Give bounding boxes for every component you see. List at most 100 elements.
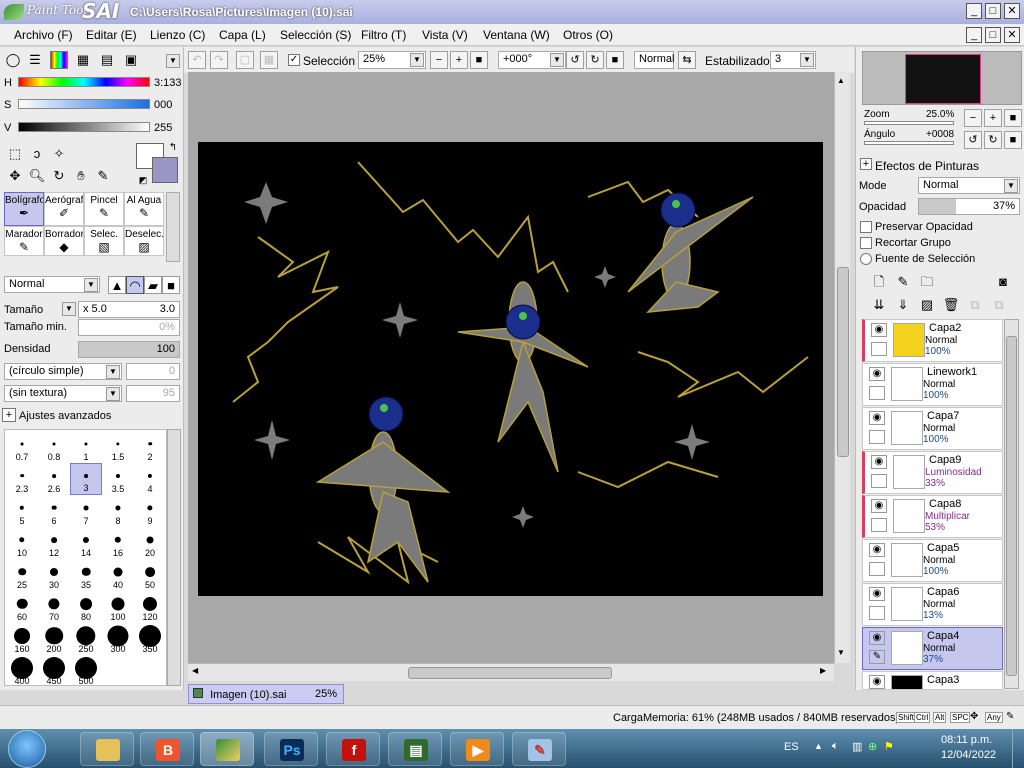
texture-dropdown[interactable]: ▼ <box>106 387 120 401</box>
layer-item[interactable]: ◉ Capa9 Luminosidad 33% <box>862 451 1003 494</box>
taskbar-flash[interactable]: f <box>326 732 380 766</box>
brush-size-option[interactable]: 200 <box>38 623 70 655</box>
eye-icon[interactable]: ◉ <box>871 323 887 337</box>
zoom-in-icon[interactable]: + <box>450 51 468 69</box>
brush-shape-select[interactable]: (círculo simple) <box>4 363 122 380</box>
layer-scroll-thumb[interactable] <box>1006 336 1017 676</box>
nav-angle-slider[interactable] <box>864 141 954 145</box>
brush-size-option[interactable]: 500 <box>70 655 102 687</box>
value-slider[interactable] <box>18 122 150 132</box>
nav-rotate-left-icon[interactable]: ↺ <box>964 131 982 149</box>
eye-icon[interactable]: ◉ <box>869 587 885 601</box>
rotate-left-icon[interactable]: ↺ <box>566 51 584 69</box>
brush-size-option[interactable]: 160 <box>6 623 38 655</box>
menu-editar[interactable]: Editar (E) <box>86 28 137 42</box>
brush-size-option[interactable]: 6 <box>38 495 70 527</box>
brush-size-option[interactable]: 70 <box>38 591 70 623</box>
rotate-icon[interactable]: ↻ <box>50 167 68 185</box>
scroll-right-icon[interactable]: ▶ <box>820 666 826 675</box>
shape-flat-icon[interactable]: ■ <box>162 276 180 294</box>
nav-rotate-reset-icon[interactable]: ■ <box>1004 131 1022 149</box>
selection-checkbox[interactable]: ✓ <box>288 54 300 66</box>
nav-rotate-right-icon[interactable]: ↻ <box>984 131 1002 149</box>
brush-size-option[interactable]: 9 <box>134 495 166 527</box>
brush-shape-strength[interactable]: 0 <box>126 363 180 380</box>
layer-mode-dropdown[interactable]: ▼ <box>1004 179 1018 193</box>
brush-size-option[interactable]: 10 <box>6 527 38 559</box>
brush-size-option[interactable]: 5 <box>6 495 38 527</box>
close-button[interactable]: ✕ <box>1004 3 1020 19</box>
brush-size-option[interactable]: 60 <box>6 591 38 623</box>
shape-hard-icon[interactable]: ▲ <box>108 276 126 294</box>
menu-seleccion[interactable]: Selección (S) <box>280 28 351 42</box>
brush-size-option[interactable]: 2.3 <box>6 463 38 495</box>
size-dropdown[interactable]: ▼ <box>62 302 76 316</box>
brush-size-option[interactable]: 20 <box>134 527 166 559</box>
layer-lock-checkbox[interactable] <box>869 606 885 620</box>
nav-zoom-out-icon[interactable]: − <box>964 109 982 127</box>
brush-size-option[interactable]: 0.7 <box>6 431 38 463</box>
shape-round-icon[interactable]: ▰ <box>144 276 162 294</box>
delete-layer-icon[interactable]: 🗑︎ <box>942 296 960 314</box>
density-field[interactable]: 100 <box>78 341 180 358</box>
color-wheel-icon[interactable]: ◯ <box>4 51 22 69</box>
invert-selection-icon[interactable]: ▦ <box>260 51 278 69</box>
eye-icon[interactable]: ◉ <box>871 499 887 513</box>
action-center-icon[interactable]: ⚑ <box>884 740 894 753</box>
merge-down-icon[interactable]: ⇓ <box>894 296 912 314</box>
menu-vista[interactable]: Vista (V) <box>422 28 468 42</box>
link-icon[interactable]: ⧉ <box>966 296 984 314</box>
hand-icon[interactable]: ✋︎ <box>72 167 90 185</box>
taskbar-paint-tool-sai[interactable] <box>200 732 254 766</box>
color-panel-dropdown[interactable]: ▼ <box>166 54 180 68</box>
brush-size-option[interactable]: 80 <box>70 591 102 623</box>
rotate-right-icon[interactable]: ↻ <box>586 51 604 69</box>
canvas-horizontal-scrollbar[interactable]: ◀ ▶ <box>188 663 834 681</box>
menu-ventana[interactable]: Ventana (W) <box>483 28 550 42</box>
rect-select-icon[interactable]: ⬚ <box>6 145 24 163</box>
taskbar-media-player[interactable]: ▶ <box>450 732 504 766</box>
transfer-down-icon[interactable]: ⇊ <box>870 296 888 314</box>
brush-shape-dropdown[interactable]: ▼ <box>106 365 120 379</box>
brush-size-option[interactable]: 400 <box>6 655 38 687</box>
scroll-down-icon[interactable]: ▼ <box>837 648 847 658</box>
artwork-canvas[interactable] <box>198 142 823 596</box>
eyedropper-icon[interactable]: ✎ <box>94 167 112 185</box>
nav-zoom-reset-icon[interactable]: ■ <box>1004 109 1022 127</box>
saturation-slider[interactable] <box>18 99 150 109</box>
tool-scrollbar[interactable] <box>166 192 180 262</box>
horizontal-scroll-thumb[interactable] <box>408 667 612 679</box>
brush-size-option[interactable]: 16 <box>102 527 134 559</box>
brush-size-option[interactable]: 1.5 <box>102 431 134 463</box>
reset-colors-icon[interactable]: ◩ <box>134 171 152 189</box>
tool-pincel[interactable]: Pincel ✎ <box>84 192 124 226</box>
brush-size-option[interactable]: 100 <box>102 591 134 623</box>
tool-aerografo[interactable]: Aerógraf ✐ <box>44 192 84 226</box>
start-button[interactable] <box>8 730 46 768</box>
eye-icon[interactable]: ◉ <box>869 367 885 381</box>
vertical-scroll-thumb[interactable] <box>837 267 849 457</box>
mask-icon[interactable]: ◙ <box>994 273 1012 291</box>
magic-wand-icon[interactable]: ✧ <box>50 145 68 163</box>
flip-icon[interactable]: ⇆ <box>678 51 696 69</box>
eye-icon[interactable]: ◉ <box>869 543 885 557</box>
hue-slider[interactable] <box>18 77 150 87</box>
menu-archivo[interactable]: Archivo (F) <box>14 28 73 42</box>
angle-dropdown[interactable]: ▼ <box>550 53 564 67</box>
tool-selec[interactable]: Selec. ▧ <box>84 226 124 256</box>
eye-icon[interactable]: ◉ <box>871 455 887 469</box>
brush-size-option[interactable]: 300 <box>102 623 134 655</box>
network-icon[interactable]: ▥ <box>852 740 862 753</box>
brush-size-option[interactable]: 14 <box>70 527 102 559</box>
brush-size-option[interactable]: 35 <box>70 559 102 591</box>
brush-size-option[interactable]: 50 <box>134 559 166 591</box>
layer-item[interactable]: ◉ Capa2 Normal 100% <box>862 319 1003 362</box>
tool-boligrafo[interactable]: Bolígrafo ✒ <box>4 192 44 226</box>
layer-lock-checkbox[interactable] <box>869 430 885 444</box>
tray-arrow-icon[interactable]: ▲ <box>814 741 823 751</box>
menu-lienzo[interactable]: Lienzo (C) <box>150 28 205 42</box>
taskbar-brave[interactable]: B <box>140 732 194 766</box>
brush-size-option[interactable]: 450 <box>38 655 70 687</box>
eye-icon[interactable]: ◉ <box>869 675 885 689</box>
preserve-opacity-checkbox[interactable] <box>860 221 872 233</box>
